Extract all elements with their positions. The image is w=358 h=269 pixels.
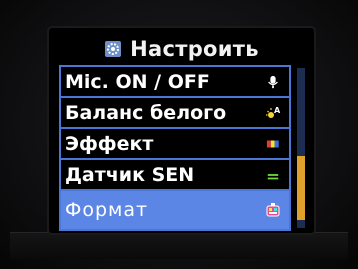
lcd-screen: Настроить Mic. ON / OFF Баланс белого A … <box>49 28 314 233</box>
menu-item-format[interactable]: Формат <box>61 191 289 229</box>
menu-item-sensor[interactable]: Датчик SEN <box>61 160 289 191</box>
menu-item-label: Эффект <box>65 132 154 155</box>
menu-item-label: Mic. ON / OFF <box>65 70 210 93</box>
menu-item-label: Датчик SEN <box>65 163 195 186</box>
page-title: Настроить <box>130 37 259 61</box>
sensor-icon <box>265 167 281 183</box>
menu-header: Настроить <box>49 34 314 64</box>
effect-icon <box>265 136 281 152</box>
white-balance-icon: A <box>265 105 281 121</box>
svg-text:A: A <box>274 106 281 115</box>
settings-menu-list: Mic. ON / OFF Баланс белого A Эффект Дат… <box>59 65 291 231</box>
microphone-icon <box>265 74 281 90</box>
menu-scrollbar[interactable] <box>297 68 305 228</box>
menu-item-mic[interactable]: Mic. ON / OFF <box>61 67 289 98</box>
format-icon <box>265 202 281 218</box>
menu-item-effect[interactable]: Эффект <box>61 129 289 160</box>
menu-item-white-balance[interactable]: Баланс белого A <box>61 98 289 129</box>
scrollbar-thumb[interactable] <box>297 156 305 220</box>
menu-item-label: Формат <box>65 199 149 221</box>
menu-item-label: Баланс белого <box>65 101 227 124</box>
settings-gear-icon <box>104 40 122 58</box>
camera-bezel-lip <box>10 232 348 259</box>
